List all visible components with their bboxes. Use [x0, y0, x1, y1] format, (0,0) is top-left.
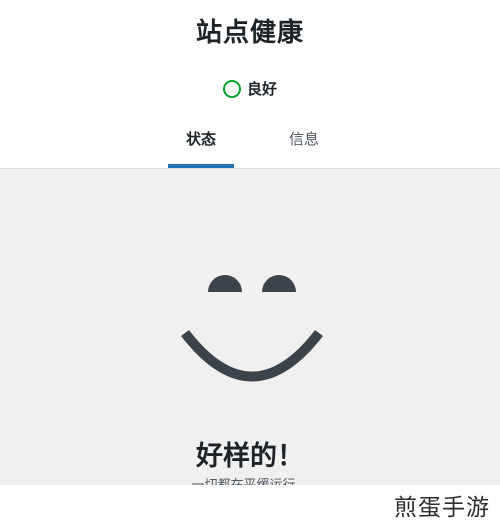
tab-info[interactable]: 信息	[270, 120, 338, 168]
status-label: 良好	[246, 80, 277, 98]
site-health-header: 站点健康 良好 状态 信息	[0, 0, 500, 168]
tab-bar: 状态 信息	[0, 120, 500, 168]
smiley-face-icon	[181, 275, 323, 382]
tab-status[interactable]: 状态	[168, 120, 234, 168]
smile-mouth	[181, 329, 323, 382]
right-eye	[262, 275, 296, 292]
left-eye	[208, 275, 242, 292]
watermark-text: 煎蛋手游	[394, 495, 490, 521]
status-circle-icon	[222, 79, 241, 98]
health-status: 良好	[0, 78, 500, 99]
page-title: 站点健康	[195, 18, 304, 48]
status-heading: 好样的！	[196, 441, 304, 472]
